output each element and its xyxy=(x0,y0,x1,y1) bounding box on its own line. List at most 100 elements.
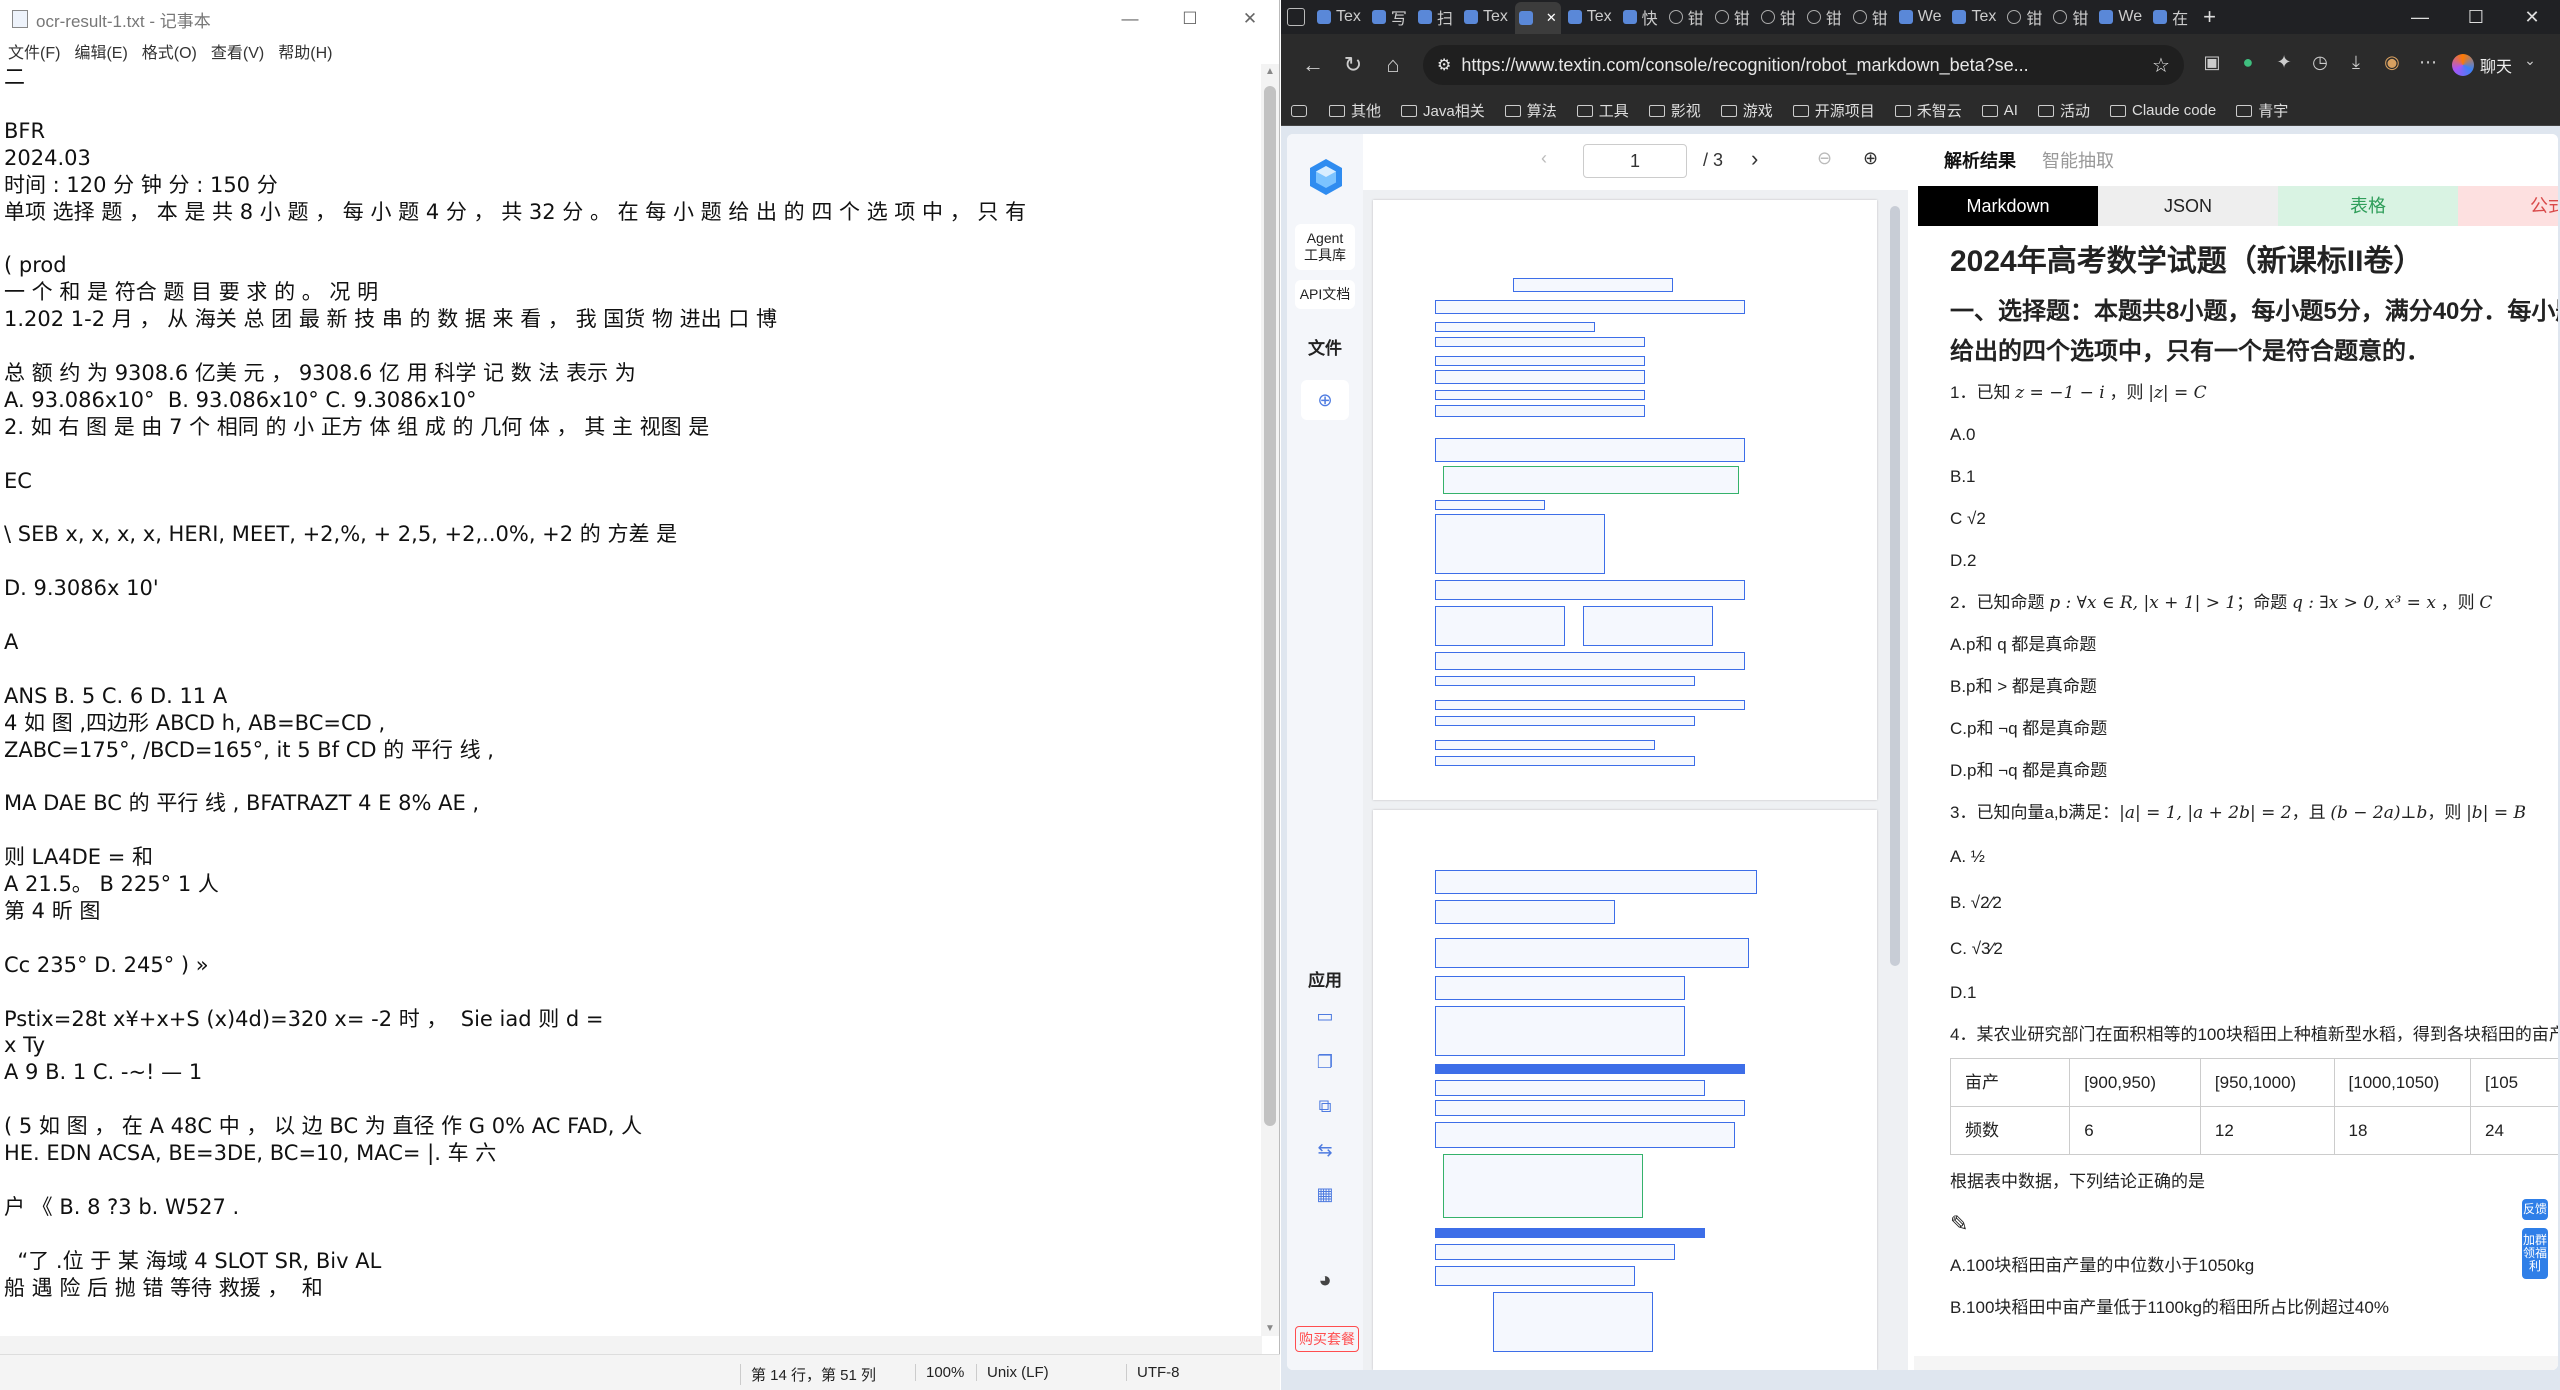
profile-avatar[interactable]: ◉ xyxy=(2374,52,2410,78)
join-group-button[interactable]: 加群领福利 xyxy=(2522,1228,2548,1279)
browser-tab[interactable]: Tex xyxy=(1460,3,1512,31)
textin-logo[interactable] xyxy=(1309,158,1343,196)
ocr-box[interactable] xyxy=(1493,1292,1653,1352)
scrollbar-thumb[interactable] xyxy=(1264,86,1276,1126)
format-tab[interactable]: Markdown xyxy=(1918,186,2098,226)
ocr-box[interactable] xyxy=(1435,716,1695,726)
notepad-text-area[interactable]: 二 BFR 2024.03 时间 : 120 分 钟 分 : 150 分单项 选择 题… xyxy=(4,64,1254,1336)
user-avatar[interactable]: ◕ xyxy=(1301,1260,1349,1300)
ocr-box[interactable] xyxy=(1435,322,1595,332)
menu-file[interactable]: 文件(F) xyxy=(8,39,60,63)
grid-apps-icon[interactable]: ▦ xyxy=(1301,1174,1349,1214)
zoom-out-icon[interactable]: ⊖ xyxy=(1817,148,1832,169)
back-icon[interactable]: ← xyxy=(1293,52,1333,78)
browser-tab[interactable]: 钳 xyxy=(1803,3,1846,31)
image-convert-icon[interactable]: ⧉ xyxy=(1301,1086,1349,1126)
ocr-box[interactable] xyxy=(1435,1100,1745,1116)
menu-view[interactable]: 查看(V) xyxy=(211,39,264,63)
browser-close-icon[interactable]: ✕ xyxy=(2504,7,2560,28)
zoom-in-icon[interactable]: ⊕ xyxy=(1863,148,1878,169)
browser-tab[interactable]: Tex xyxy=(1313,3,1365,31)
tab-parse-result[interactable]: 解析结果 xyxy=(1944,147,2016,173)
bookmark-folder[interactable]: 开源项目 xyxy=(1792,100,1875,121)
format-tab[interactable]: 公式 xyxy=(2458,186,2558,226)
browser-tab[interactable]: We xyxy=(1895,3,1946,31)
ocr-table-box[interactable] xyxy=(1443,466,1739,494)
browser-tab[interactable]: ✕ xyxy=(1514,2,1561,34)
chevron-down-icon[interactable]: ⌄ xyxy=(2512,52,2548,78)
ocr-box[interactable] xyxy=(1435,606,1565,646)
pdf-page-2[interactable] xyxy=(1373,810,1877,1370)
ocr-box[interactable] xyxy=(1435,500,1545,510)
browser-tab[interactable]: 在 xyxy=(2149,3,2192,31)
minimize-icon[interactable]: — xyxy=(1100,0,1160,38)
extensions-puzzle-icon[interactable]: ✦ xyxy=(2266,52,2302,78)
bookmark-folder[interactable]: Java相关 xyxy=(1401,100,1485,121)
ocr-box[interactable] xyxy=(1435,756,1695,766)
bookmark-folder[interactable]: 算法 xyxy=(1504,100,1557,121)
bookmark-folder[interactable]: Claude code xyxy=(2110,100,2216,121)
ocr-box[interactable] xyxy=(1435,938,1749,968)
ocr-box[interactable] xyxy=(1435,1006,1685,1056)
browser-minimize-icon[interactable]: — xyxy=(2392,7,2448,28)
bookmark-folder[interactable]: 影视 xyxy=(1648,100,1701,121)
vpn-extension-icon[interactable]: ● xyxy=(2230,52,2266,78)
doc-copy-icon[interactable]: ❐ xyxy=(1301,1042,1349,1082)
ocr-box[interactable] xyxy=(1435,370,1645,384)
site-info-icon[interactable]: ⚙ xyxy=(1437,55,1451,75)
ocr-box[interactable] xyxy=(1435,300,1745,314)
new-tab-icon[interactable]: + xyxy=(2203,4,2216,30)
ocr-box[interactable] xyxy=(1435,337,1645,347)
favorite-star-icon[interactable]: ☆ xyxy=(2152,53,2170,78)
pdf-scrollbar[interactable] xyxy=(1890,194,1900,1364)
ocr-box[interactable] xyxy=(1435,1244,1675,1260)
nav-api-docs[interactable]: API文档 xyxy=(1295,280,1355,309)
maximize-icon[interactable]: ☐ xyxy=(1160,0,1220,38)
browser-tab[interactable]: 钳 xyxy=(1849,3,1892,31)
ocr-box[interactable] xyxy=(1435,1266,1635,1286)
close-tab-icon[interactable]: ✕ xyxy=(1546,10,1557,26)
menu-edit[interactable]: 编辑(E) xyxy=(74,39,127,63)
browser-maximize-icon[interactable]: ☐ xyxy=(2448,7,2504,28)
menu-help[interactable]: 帮助(H) xyxy=(278,39,332,63)
browser-tab[interactable]: 钳 xyxy=(1711,3,1754,31)
horizontal-scrollbar[interactable] xyxy=(0,1336,1262,1354)
browser-tab[interactable]: 钳 xyxy=(1665,3,1708,31)
ocr-box[interactable] xyxy=(1435,390,1645,400)
bookmark-folder[interactable]: 活动 xyxy=(2037,100,2090,121)
buy-plan-button[interactable]: 购买套餐 xyxy=(1295,1326,1359,1352)
browser-tab[interactable]: 钳 xyxy=(2049,3,2092,31)
feedback-button[interactable]: 反馈 xyxy=(2522,1199,2548,1220)
ocr-box[interactable] xyxy=(1435,356,1645,366)
browser-tab[interactable]: We xyxy=(2095,3,2146,31)
vertical-scrollbar[interactable]: ▲ ▼ xyxy=(1261,64,1279,1336)
browser-tab[interactable]: 扫 xyxy=(1414,3,1457,31)
history-icon[interactable]: ◷ xyxy=(2302,52,2338,78)
ocr-box-title[interactable] xyxy=(1513,278,1673,292)
reading-list-icon[interactable] xyxy=(1291,104,1307,117)
bookmark-folder[interactable]: AI xyxy=(1981,100,2018,121)
browser-tab[interactable]: Tex xyxy=(1948,3,2000,31)
result-horizontal-scrollbar[interactable] xyxy=(1914,1356,2558,1370)
ocr-box[interactable] xyxy=(1435,1122,1735,1148)
more-menu-icon[interactable]: ⋯ xyxy=(2410,52,2446,78)
ocr-table-box[interactable] xyxy=(1443,1154,1643,1218)
ocr-box[interactable] xyxy=(1583,606,1713,646)
scroll-up-icon[interactable]: ▲ xyxy=(1265,66,1275,77)
prev-page-icon[interactable]: ‹ xyxy=(1541,148,1547,169)
upload-file-icon[interactable]: ⊕ xyxy=(1301,380,1349,420)
page-number-input[interactable]: 1 xyxy=(1583,144,1687,178)
browser-tab[interactable]: 快 xyxy=(1619,3,1662,31)
browser-tab[interactable]: 钳 xyxy=(1757,3,1800,31)
compare-icon[interactable]: ⇆ xyxy=(1301,1130,1349,1170)
reload-icon[interactable]: ↻ xyxy=(1333,52,1373,78)
format-tab[interactable]: 表格 xyxy=(2278,186,2458,226)
ocr-box[interactable] xyxy=(1435,870,1757,894)
next-page-icon[interactable]: › xyxy=(1751,146,1758,172)
bookmark-folder[interactable]: 游戏 xyxy=(1720,100,1773,121)
ocr-box[interactable] xyxy=(1435,652,1745,670)
download-icon[interactable]: ⤓ xyxy=(2338,52,2374,78)
copilot-chat-button[interactable]: 聊天 xyxy=(2451,53,2512,77)
url-field[interactable]: ⚙ https://www.textin.com/console/recogni… xyxy=(1423,45,2184,85)
workspaces-icon[interactable] xyxy=(1287,8,1305,26)
